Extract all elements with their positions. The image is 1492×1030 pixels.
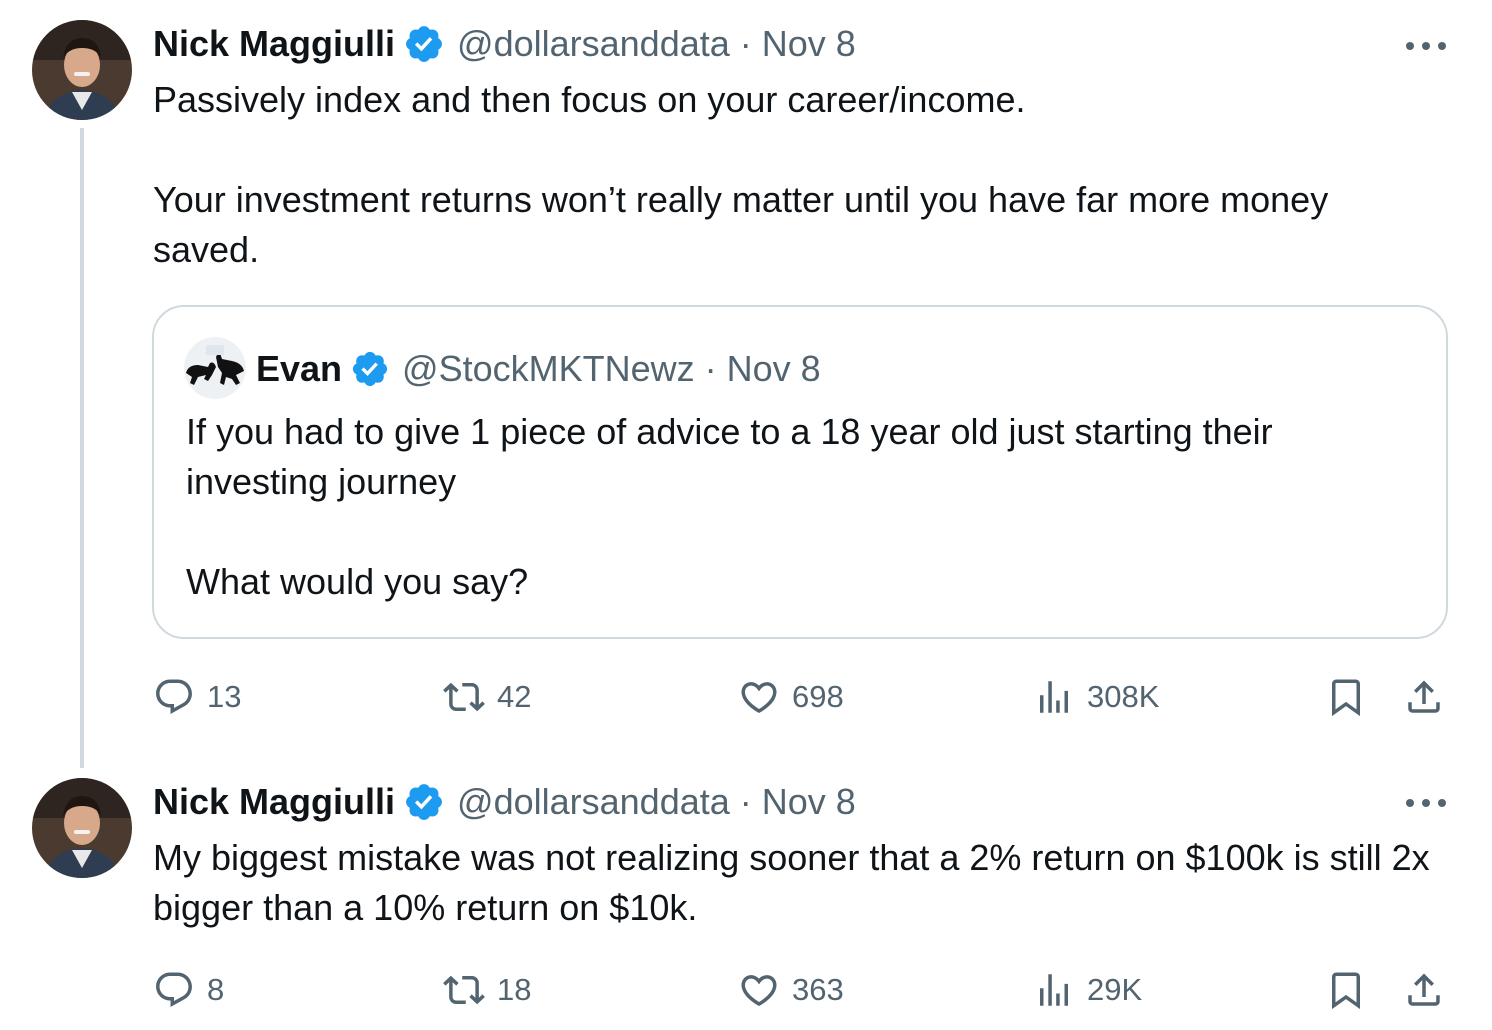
bookmark-icon (1332, 679, 1360, 717)
author-handle[interactable]: @dollarsanddata (457, 20, 730, 68)
quoted-tweet-header: Evan @StockMKTNewz · Nov 8 (256, 345, 821, 393)
tweet-paragraph: Your investment returns won’t really mat… (153, 179, 1329, 270)
author-avatar[interactable] (32, 20, 132, 120)
tweet-header: Nick Maggiulli @dollarsanddata · Nov 8 (153, 778, 856, 826)
retweet-icon (443, 975, 485, 1005)
verified-badge-icon (403, 781, 445, 823)
author-name[interactable]: Nick Maggiulli (153, 778, 395, 826)
share-icon (1408, 973, 1440, 1006)
bookmark-button[interactable] (1325, 965, 1367, 1015)
tweet-actions: 8 18 363 29K (153, 965, 1453, 1015)
retweet-count: 42 (497, 679, 532, 714)
quoted-tweet-text: If you had to give 1 piece of advice to … (186, 407, 1416, 607)
tweet-actions: 13 42 698 308K (153, 672, 1453, 722)
tweet-date[interactable]: Nov 8 (762, 20, 856, 68)
share-button[interactable] (1403, 965, 1445, 1015)
like-count: 698 (792, 679, 844, 714)
separator: · (739, 23, 752, 64)
reply-button[interactable]: 8 (153, 965, 224, 1015)
more-icon[interactable] (1406, 793, 1446, 813)
reply-count: 8 (207, 972, 225, 1007)
quoted-author-name[interactable]: Evan (256, 345, 342, 393)
retweet-button[interactable]: 18 (443, 965, 531, 1015)
quoted-paragraph: If you had to give 1 piece of advice to … (186, 411, 1273, 502)
reply-button[interactable]: 13 (153, 672, 241, 722)
tweet[interactable]: Nick Maggiulli @dollarsanddata · Nov 8 P… (0, 0, 1492, 768)
thread-connector-line (80, 128, 84, 768)
quoted-tweet-card[interactable]: Evan @StockMKTNewz · Nov 8 If you had to… (152, 305, 1448, 639)
reply-count: 13 (207, 679, 242, 714)
views-icon (1040, 681, 1068, 713)
share-icon (1408, 680, 1440, 713)
views-count: 29K (1087, 972, 1143, 1007)
retweet-count: 18 (497, 972, 532, 1007)
retweet-icon (443, 682, 485, 712)
verified-badge-icon (350, 349, 390, 389)
bookmark-icon (1332, 972, 1360, 1010)
more-icon[interactable] (1406, 36, 1446, 56)
views-button[interactable]: 308K (1033, 672, 1159, 722)
like-button[interactable]: 698 (738, 672, 844, 722)
tweet-date[interactable]: Nov 8 (762, 778, 856, 826)
reply-icon (156, 679, 192, 714)
quoted-tweet-date[interactable]: Nov 8 (727, 345, 821, 393)
verified-badge-icon (403, 23, 445, 65)
heart-icon (741, 975, 777, 1007)
heart-icon (741, 682, 777, 714)
tweet-text: Passively index and then focus on your c… (153, 75, 1443, 275)
separator: · (704, 348, 717, 389)
quoted-paragraph: What would you say? (186, 561, 529, 602)
author-name[interactable]: Nick Maggiulli (153, 20, 395, 68)
tweet-header: Nick Maggiulli @dollarsanddata · Nov 8 (153, 20, 856, 68)
like-button[interactable]: 363 (738, 965, 844, 1015)
views-button[interactable]: 29K (1033, 965, 1142, 1015)
tweet-paragraph: Passively index and then focus on your c… (153, 79, 1026, 120)
views-icon (1040, 974, 1068, 1006)
share-button[interactable] (1403, 672, 1445, 722)
separator: · (739, 781, 752, 822)
author-avatar[interactable] (32, 778, 132, 878)
quoted-author-avatar[interactable] (184, 337, 246, 399)
bookmark-button[interactable] (1325, 672, 1367, 722)
tweet[interactable]: Nick Maggiulli @dollarsanddata · Nov 8 M… (0, 760, 1492, 1030)
quoted-author-handle[interactable]: @StockMKTNewz (402, 345, 695, 393)
reply-icon (156, 972, 192, 1007)
like-count: 363 (792, 972, 844, 1007)
author-handle[interactable]: @dollarsanddata (457, 778, 730, 826)
tweet-paragraph: My biggest mistake was not realizing soo… (153, 837, 1430, 928)
tweet-text: My biggest mistake was not realizing soo… (153, 833, 1443, 933)
retweet-button[interactable]: 42 (443, 672, 531, 722)
views-count: 308K (1087, 679, 1160, 714)
